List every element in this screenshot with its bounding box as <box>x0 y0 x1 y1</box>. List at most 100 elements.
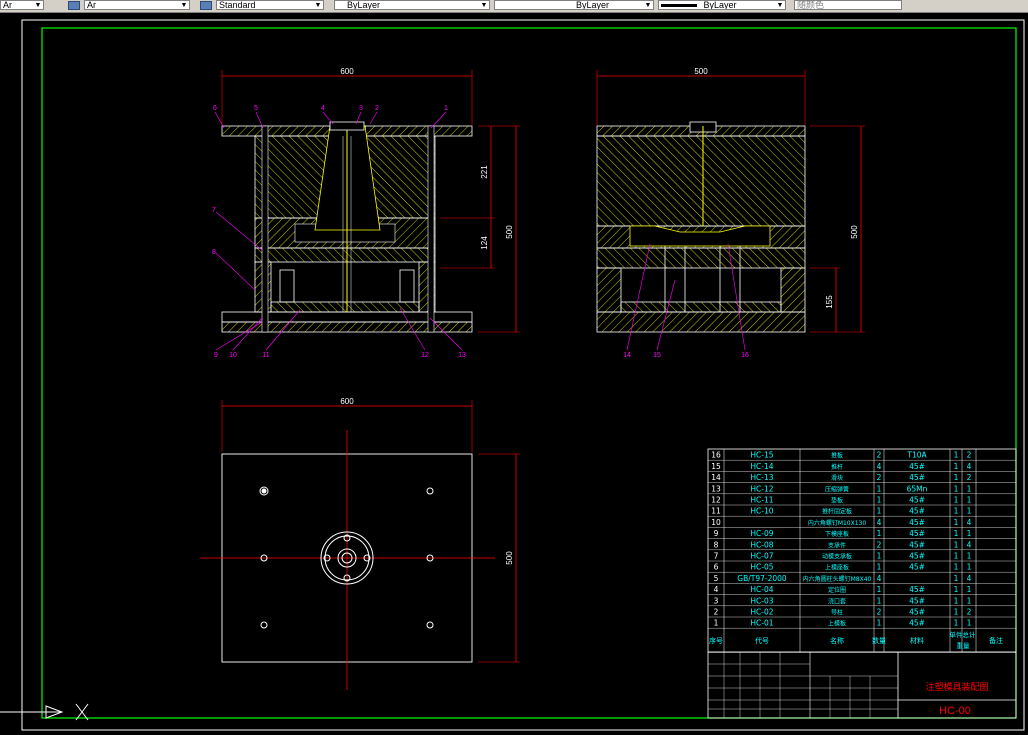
bom-cell-code: HC-11 <box>750 496 773 505</box>
bom-cell-unit: 1 <box>954 484 959 493</box>
front-width-dim: 600 <box>340 67 354 76</box>
bom-cell-no: 12 <box>711 496 721 505</box>
bom-header-remark: 备注 <box>989 636 1003 645</box>
bom-cell-unit: 1 <box>954 608 959 617</box>
bom-cell-total: 1 <box>967 529 972 538</box>
bom-cell-total: 1 <box>967 619 972 628</box>
bom-cell-code: HC-02 <box>750 608 773 617</box>
bom-cell-unit: 1 <box>954 529 959 538</box>
text-style-dropdown[interactable]: Ar ▼ <box>84 0 190 10</box>
callout-6: 6 <box>213 105 217 112</box>
bom-cell-no: 6 <box>714 563 719 572</box>
bom-cell-code: HC-01 <box>750 619 773 628</box>
bom-cell-total: 4 <box>967 462 972 471</box>
dim-style-icon[interactable] <box>200 1 212 10</box>
side-height-dim: 500 <box>850 225 859 239</box>
bom-header-name: 名称 <box>830 636 844 645</box>
callout-10: 10 <box>229 352 237 359</box>
layer-dropdown[interactable]: Ar ▼ <box>0 0 44 10</box>
callout-5: 5 <box>254 105 258 112</box>
drawing-canvas[interactable]: 600 500 2 2 1 124 6 5 4 3 2 1 7 8 9 10 11 … <box>0 12 1028 735</box>
bom-cell-name: 上模板 <box>828 620 846 628</box>
drawing-title: 注塑模具装配图 <box>925 681 988 692</box>
bom-cell-qty: 1 <box>877 484 882 493</box>
bom-cell-no: 5 <box>714 574 719 583</box>
bom-cell-name: 推杆固定板 <box>822 508 852 516</box>
bom-cell-total: 1 <box>967 552 972 561</box>
inner-frame <box>41 27 1017 719</box>
bom-cell-no: 3 <box>714 596 719 605</box>
bom-cell-qty: 2 <box>877 608 882 617</box>
chevron-down-icon: ▼ <box>644 2 652 9</box>
dim-style-dropdown[interactable]: Standard ▼ <box>216 0 324 10</box>
bom-header-weight: 重量 <box>957 642 971 650</box>
callout-2: 2 <box>375 105 379 112</box>
bom-cell-qty: 1 <box>877 563 882 572</box>
side-view: 500 500 155 14 15 16 <box>596 67 865 359</box>
bom-cell-qty: 1 <box>877 596 882 605</box>
color-dropdown[interactable]: ByLayer ▼ <box>334 0 490 10</box>
plotstyle-dropdown[interactable]: 随颜色 <box>794 0 902 10</box>
bom-cell-material: 45# <box>909 518 925 527</box>
bom-cell-qty: 1 <box>877 496 882 505</box>
bom-cell-material: 45# <box>909 462 925 471</box>
side-width-dim: 500 <box>694 67 708 76</box>
linetype-value: ByLayer <box>575 0 609 10</box>
bom-cell-total: 1 <box>967 596 972 605</box>
bom-cell-no: 10 <box>711 518 721 527</box>
lineweight-sample <box>661 4 697 8</box>
callout-4: 4 <box>321 105 325 112</box>
bom-cell-unit: 1 <box>954 518 959 527</box>
bom-cell-code: HC-04 <box>750 585 773 594</box>
callout-3: 3 <box>359 105 363 112</box>
chevron-down-icon: ▼ <box>480 2 488 9</box>
bom-cell-no: 7 <box>714 552 719 561</box>
bom-cell-code: HC-13 <box>750 473 773 482</box>
chevron-down-icon: ▼ <box>776 2 784 9</box>
bom-cell-qty: 1 <box>877 529 882 538</box>
bom-cell-qty: 1 <box>877 619 882 628</box>
linetype-dropdown[interactable]: ByLayer ▼ <box>494 0 654 10</box>
bom-cell-material: 45# <box>909 507 925 516</box>
bom-cell-qty: 4 <box>877 462 882 471</box>
bom-cell-unit: 1 <box>954 473 959 482</box>
bom-header-code: 代号 <box>755 636 769 645</box>
bom-cell-code: HC-14 <box>750 462 773 471</box>
bom-cell-total: 4 <box>967 540 972 549</box>
plotstyle-value: 随颜色 <box>797 0 825 10</box>
lineweight-value: ByLayer <box>703 0 737 10</box>
top-view: 600 500 <box>200 397 520 690</box>
bom-cell-name: 内六角螺钉M10X130 <box>808 519 867 527</box>
bom-cell-code: HC-10 <box>750 507 773 516</box>
bom-cell-material: 45# <box>909 563 925 572</box>
outer-frame <box>21 19 1025 731</box>
bom-cell-name: 导柱 <box>831 609 843 617</box>
layer-dropdown-value: Ar <box>3 0 12 10</box>
bom-cell-total: 1 <box>967 563 972 572</box>
bom-header-material: 材料 <box>910 636 924 645</box>
text-style-value: Ar <box>87 0 96 10</box>
bom-cell-qty: 2 <box>877 451 882 460</box>
callout-16: 16 <box>741 352 749 359</box>
bom-cell-no: 15 <box>711 462 721 471</box>
bom-cell-total: 1 <box>967 484 972 493</box>
bom-cell-material: 45# <box>909 529 925 538</box>
bom-cell-code: HC-15 <box>750 451 773 460</box>
bom-cell-unit: 1 <box>954 496 959 505</box>
bom-cell-total: 2 <box>967 451 972 460</box>
bom-cell-unit: 1 <box>954 540 959 549</box>
lineweight-dropdown[interactable]: ByLayer ▼ <box>658 0 786 10</box>
bom-cell-name: 垫板 <box>831 497 843 505</box>
bom-cell-unit: 1 <box>954 619 959 628</box>
bom-cell-code: GB/T97-2000 <box>737 574 787 583</box>
callout-8: 8 <box>212 249 216 256</box>
bom-header-unit: 单件 <box>950 630 964 639</box>
bom-cell-qty: 1 <box>877 552 882 561</box>
text-style-icon[interactable] <box>68 1 80 10</box>
bom-cell-name: 推杆 <box>831 463 843 471</box>
bom-cell-total: 4 <box>967 518 972 527</box>
bom-cell-qty: 4 <box>877 518 882 527</box>
bom-cell-name: 定位圈 <box>828 586 846 594</box>
bom-cell-unit: 1 <box>954 462 959 471</box>
bom-cell-total: 1 <box>967 496 972 505</box>
